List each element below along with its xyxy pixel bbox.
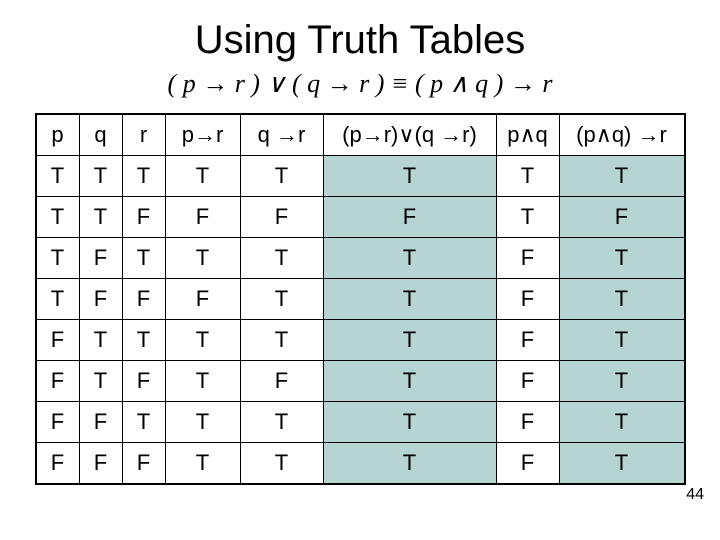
- cell-disj: F: [323, 197, 496, 238]
- cell-p: T: [36, 238, 80, 279]
- page-number: 44: [686, 486, 704, 504]
- cell-q-imp-r: T: [240, 320, 323, 361]
- cell-p-imp-r: F: [165, 197, 240, 238]
- cell-p: T: [36, 156, 80, 197]
- cell-p-and-q: F: [496, 361, 559, 402]
- cell-r: F: [122, 443, 165, 485]
- cell-p: F: [36, 361, 80, 402]
- cell-result: T: [559, 279, 685, 320]
- logic-equation: ( p → r ) ∨ ( q → r ) ≡ ( p ∧ q ) → r: [0, 69, 720, 113]
- table-row: T T F F F F T F: [36, 197, 685, 238]
- table-wrap: p q r p→r q →r (p→r)∨(q →r) p∧q (p∧q) →r…: [0, 113, 720, 485]
- cell-p-and-q: T: [496, 197, 559, 238]
- col-header-q: q: [79, 114, 122, 156]
- slide-title: Using Truth Tables: [0, 0, 720, 69]
- table-row: T F F F T T F T: [36, 279, 685, 320]
- cell-disj: T: [323, 156, 496, 197]
- col-header-disj: (p→r)∨(q →r): [323, 114, 496, 156]
- col-header-p-and-q: p∧q: [496, 114, 559, 156]
- cell-p-and-q: T: [496, 156, 559, 197]
- cell-q-imp-r: T: [240, 279, 323, 320]
- col-header-result: (p∧q) →r: [559, 114, 685, 156]
- table-row: F F T T T T F T: [36, 402, 685, 443]
- cell-q-imp-r: T: [240, 443, 323, 485]
- cell-p-imp-r: T: [165, 402, 240, 443]
- cell-p: F: [36, 320, 80, 361]
- header-row: p q r p→r q →r (p→r)∨(q →r) p∧q (p∧q) →r: [36, 114, 685, 156]
- truth-table: p q r p→r q →r (p→r)∨(q →r) p∧q (p∧q) →r…: [35, 113, 686, 485]
- cell-p-and-q: F: [496, 402, 559, 443]
- cell-result: T: [559, 238, 685, 279]
- cell-result: T: [559, 320, 685, 361]
- cell-q-imp-r: T: [240, 238, 323, 279]
- cell-disj: T: [323, 443, 496, 485]
- cell-q: F: [79, 279, 122, 320]
- cell-p-imp-r: T: [165, 361, 240, 402]
- col-header-q-imp-r: q →r: [240, 114, 323, 156]
- cell-p: T: [36, 279, 80, 320]
- cell-p-and-q: F: [496, 279, 559, 320]
- cell-result: F: [559, 197, 685, 238]
- table-row: F T T T T T F T: [36, 320, 685, 361]
- cell-q: F: [79, 402, 122, 443]
- cell-r: T: [122, 320, 165, 361]
- cell-p-imp-r: F: [165, 279, 240, 320]
- cell-r: T: [122, 238, 165, 279]
- cell-disj: T: [323, 320, 496, 361]
- table-body: T T T T T T T T T T F F F F T F: [36, 156, 685, 485]
- table-row: T F T T T T F T: [36, 238, 685, 279]
- cell-r: F: [122, 197, 165, 238]
- cell-q-imp-r: F: [240, 361, 323, 402]
- cell-p: F: [36, 443, 80, 485]
- cell-q: T: [79, 156, 122, 197]
- cell-q-imp-r: T: [240, 402, 323, 443]
- cell-r: F: [122, 279, 165, 320]
- cell-result: T: [559, 156, 685, 197]
- cell-q: F: [79, 238, 122, 279]
- cell-p-imp-r: T: [165, 320, 240, 361]
- cell-q-imp-r: T: [240, 156, 323, 197]
- col-header-p: p: [36, 114, 80, 156]
- cell-q-imp-r: F: [240, 197, 323, 238]
- cell-q: T: [79, 320, 122, 361]
- slide: Using Truth Tables ( p → r ) ∨ ( q → r )…: [0, 0, 720, 540]
- cell-r: T: [122, 156, 165, 197]
- table-row: T T T T T T T T: [36, 156, 685, 197]
- cell-disj: T: [323, 238, 496, 279]
- cell-r: T: [122, 402, 165, 443]
- cell-result: T: [559, 402, 685, 443]
- col-header-p-imp-r: p→r: [165, 114, 240, 156]
- cell-p: T: [36, 197, 80, 238]
- cell-p-and-q: F: [496, 443, 559, 485]
- cell-q: T: [79, 197, 122, 238]
- col-header-r: r: [122, 114, 165, 156]
- cell-p-and-q: F: [496, 238, 559, 279]
- cell-q: T: [79, 361, 122, 402]
- cell-result: T: [559, 361, 685, 402]
- cell-p-imp-r: T: [165, 156, 240, 197]
- table-row: F T F T F T F T: [36, 361, 685, 402]
- cell-disj: T: [323, 361, 496, 402]
- cell-p-imp-r: T: [165, 238, 240, 279]
- cell-disj: T: [323, 402, 496, 443]
- cell-p: F: [36, 402, 80, 443]
- cell-p-and-q: F: [496, 320, 559, 361]
- cell-r: F: [122, 361, 165, 402]
- cell-result: T: [559, 443, 685, 485]
- cell-q: F: [79, 443, 122, 485]
- cell-p-imp-r: T: [165, 443, 240, 485]
- cell-disj: T: [323, 279, 496, 320]
- table-row: F F F T T T F T: [36, 443, 685, 485]
